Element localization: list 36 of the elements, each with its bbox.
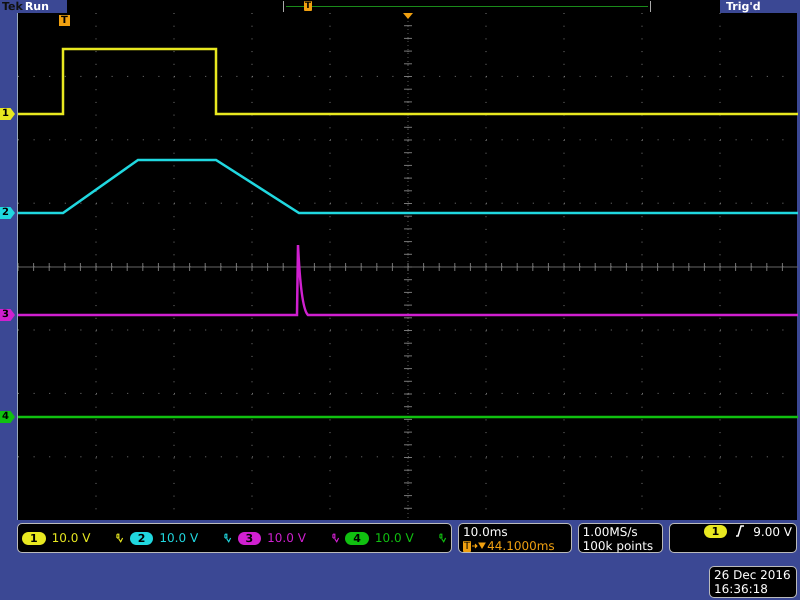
trigger-level: 9.00 V	[753, 525, 792, 539]
channel-badge[interactable]: 1	[22, 532, 46, 544]
channel-scale: 10.0 V	[159, 531, 200, 545]
trigger-marker[interactable]: T	[59, 15, 70, 26]
bandwidth-icon	[116, 533, 124, 543]
channel-scale: 10.0 V	[374, 531, 415, 545]
trigger-mark: T	[463, 540, 472, 552]
trigger-source: 1	[704, 525, 728, 538]
channel-marker[interactable]: 3	[0, 309, 15, 321]
brand-logo: Tek	[1, 0, 24, 13]
bandwidth-icon	[332, 533, 340, 543]
record-length: 100k points	[582, 539, 654, 553]
channel-marker[interactable]: 2	[0, 207, 15, 219]
trigger-arrow-icon	[403, 13, 413, 19]
channel-scale: 10.0 V	[267, 531, 307, 545]
arrow-icon	[472, 542, 486, 550]
bandwidth-icon	[439, 533, 447, 543]
trigger-status: Trig'd	[725, 0, 762, 13]
acquisition-box[interactable]: 1.00MS/s 100k points	[578, 523, 664, 553]
timebase-box[interactable]: 10.0ms T 44.1000ms	[458, 523, 572, 553]
channel-badge[interactable]: 2	[130, 532, 154, 544]
run-status: Run	[24, 0, 50, 13]
trigger-position-marker: T	[304, 1, 312, 11]
trigger-box[interactable]: 1 9.00 V	[669, 523, 798, 553]
channel-marker[interactable]: 4	[0, 411, 15, 423]
date: 26 Dec 2016	[714, 568, 792, 582]
channel-badge[interactable]: 3	[238, 532, 262, 544]
horizontal-position: 44.1000ms	[487, 539, 555, 553]
channel-badge[interactable]: 4	[345, 532, 369, 544]
time: 16:36:18	[714, 582, 769, 596]
channel-marker[interactable]: 1	[0, 108, 15, 120]
sample-rate: 1.00MS/s	[582, 525, 639, 539]
time-scale: 10.0ms	[463, 525, 509, 539]
channel-scale: 10.0 V	[52, 531, 92, 545]
bandwidth-icon	[224, 533, 232, 543]
rising-edge-icon	[735, 525, 746, 537]
